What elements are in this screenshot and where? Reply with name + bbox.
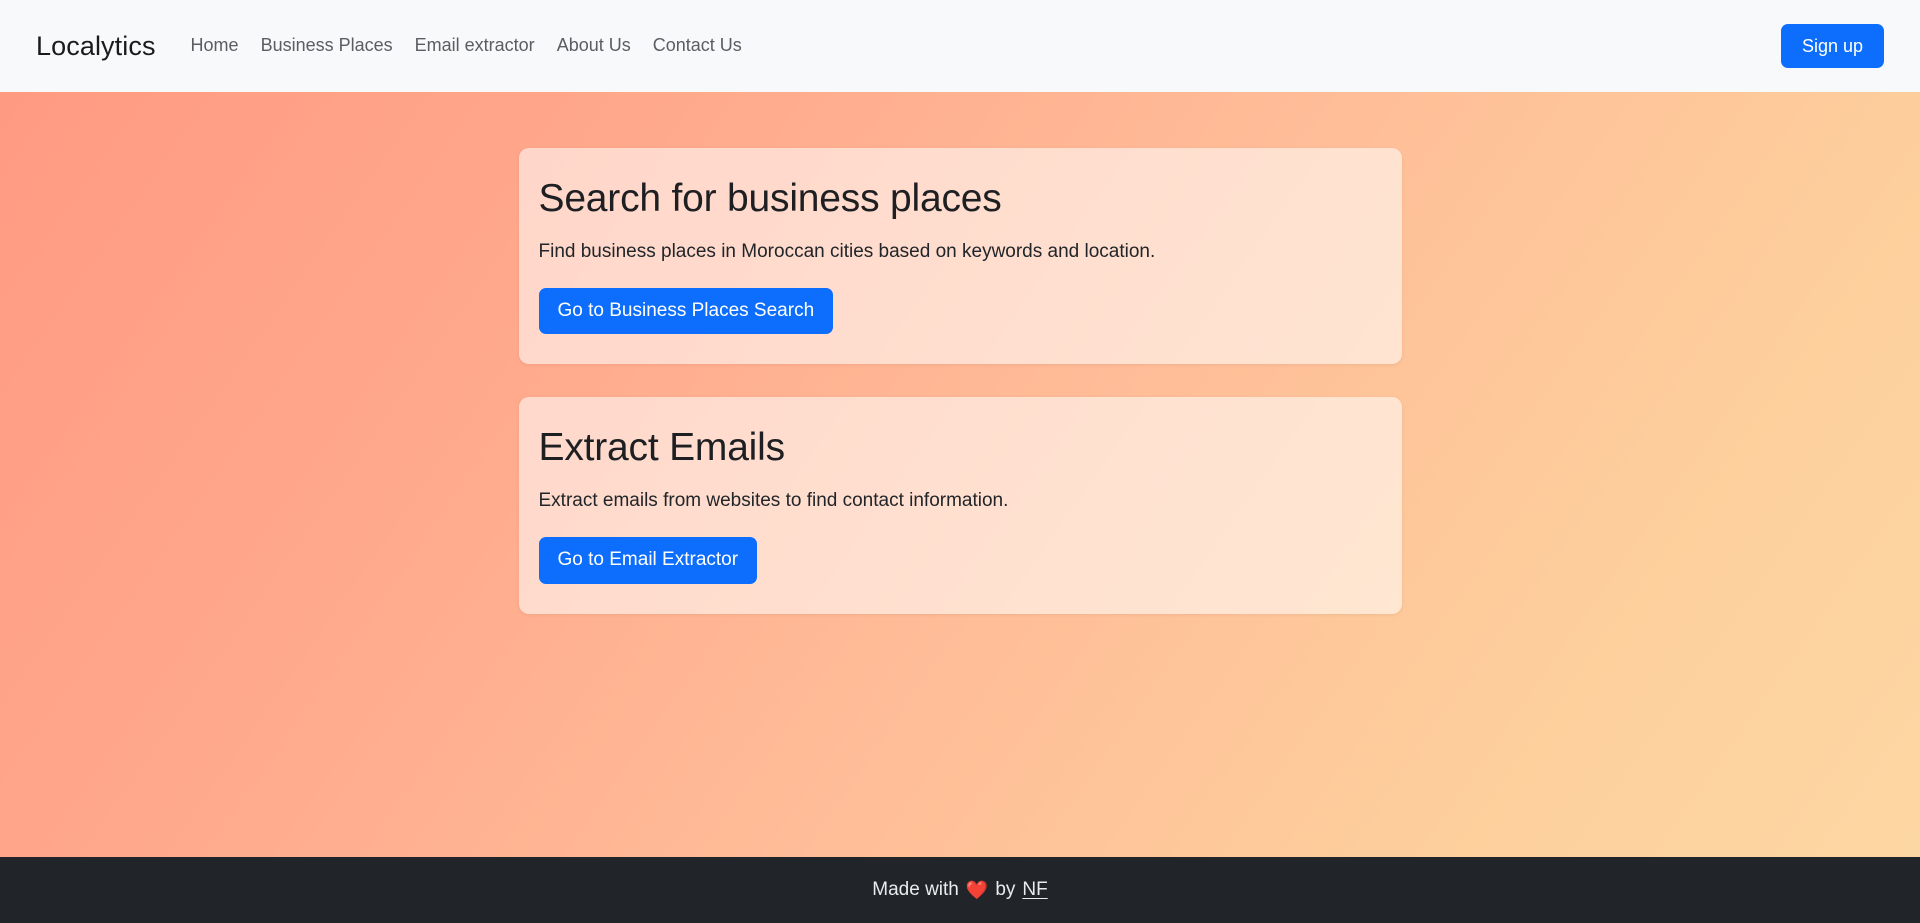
go-to-business-places-search-button[interactable]: Go to Business Places Search: [538, 287, 834, 335]
nav-item-contact-us: Contact Us: [642, 34, 753, 57]
nav-link-contact-us[interactable]: Contact Us: [642, 29, 753, 61]
business-places-card-title: Search for business places: [538, 177, 1002, 220]
business-places-card-description: Find business places in Moroccan cities …: [538, 241, 1156, 263]
nav-link-about-us[interactable]: About Us: [546, 29, 642, 61]
sign-up-button[interactable]: Sign up: [1780, 23, 1884, 69]
email-extractor-card: Extract Emails Extract emails from websi…: [518, 397, 1402, 614]
nav-link-home[interactable]: Home: [180, 29, 250, 61]
nav-link-business-places[interactable]: Business Places: [250, 29, 404, 61]
nav-item-about-us: About Us: [546, 34, 642, 57]
nav-link-email-extractor[interactable]: Email extractor: [404, 29, 546, 61]
footer-author-link[interactable]: NF: [1022, 879, 1047, 901]
email-extractor-card-description: Extract emails from websites to find con…: [538, 490, 1009, 512]
page-footer: Made with ❤️ by NF: [0, 857, 1920, 923]
heart-icon: ❤️: [965, 880, 989, 900]
footer-by-text: by: [995, 879, 1016, 900]
nav-link-list: Home Business Places Email extractor Abo…: [180, 34, 753, 57]
nav-item-home: Home: [180, 34, 250, 57]
footer-credit: Made with ❤️ by NF: [872, 879, 1047, 901]
brand-logo[interactable]: Localytics: [36, 31, 156, 62]
email-extractor-card-title: Extract Emails: [538, 426, 786, 470]
nav-item-business-places: Business Places: [250, 34, 404, 57]
go-to-email-extractor-button[interactable]: Go to Email Extractor: [538, 536, 758, 584]
nav-item-email-extractor: Email extractor: [404, 34, 546, 57]
card-list: Search for business places Find business…: [518, 148, 1402, 614]
top-navbar: Localytics Home Business Places Email ex…: [0, 0, 1920, 92]
footer-made-with-text: Made with: [872, 879, 959, 900]
hero-section: Search for business places Find business…: [0, 92, 1920, 857]
business-places-card: Search for business places Find business…: [518, 148, 1402, 365]
